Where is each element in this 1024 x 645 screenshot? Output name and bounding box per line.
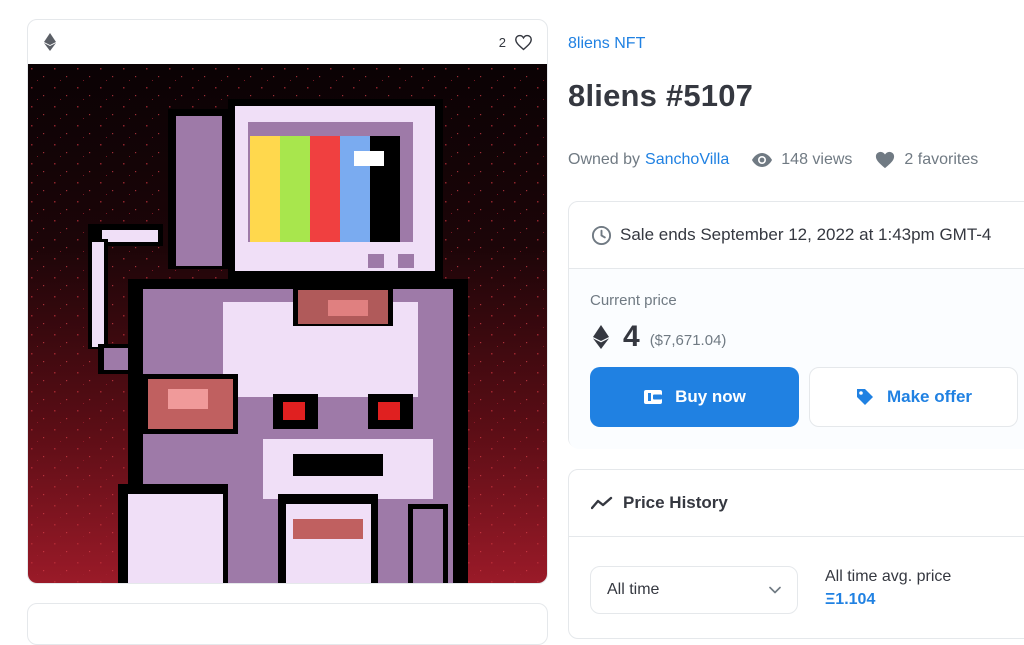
trend-icon <box>591 496 613 510</box>
owned-by-label: Owned by <box>568 151 641 168</box>
wallet-icon <box>644 390 663 404</box>
views-count: 148 views <box>781 151 853 168</box>
time-range-select[interactable]: All time <box>590 566 798 614</box>
asset-card-header: 2 <box>28 20 547 64</box>
buy-now-label: Buy now <box>675 387 746 406</box>
buy-now-button[interactable]: Buy now <box>590 367 799 427</box>
tag-icon <box>856 389 873 405</box>
sale-ends-text: Sale ends September 12, 2022 at 1:43pm G… <box>620 225 992 244</box>
clock-icon <box>591 225 612 245</box>
price-history-header[interactable]: Price History <box>569 470 1024 537</box>
owner-link[interactable]: SanchoVilla <box>645 151 729 169</box>
price-amount: 4 <box>623 320 640 353</box>
asset-title: 8liens #5107 <box>568 78 754 113</box>
heart-icon <box>876 151 895 169</box>
price-usd: ($7,671.04) <box>649 331 727 349</box>
collection-link[interactable]: 8liens NFT <box>568 35 645 53</box>
sale-ends-row: Sale ends September 12, 2022 at 1:43pm G… <box>569 202 1024 269</box>
favorite-control[interactable]: 2 <box>499 34 533 51</box>
ethereum-icon <box>593 325 609 349</box>
make-offer-button[interactable]: Make offer <box>809 367 1018 427</box>
trade-panel: Sale ends September 12, 2022 at 1:43pm G… <box>568 201 1024 449</box>
eye-icon <box>752 153 773 167</box>
price-history-panel: Price History All time All time avg. pri… <box>568 469 1024 639</box>
make-offer-label: Make offer <box>886 387 973 406</box>
asset-meta: Owned by SanchoVilla 148 views 2 favorit… <box>568 150 978 170</box>
nft-artwork[interactable] <box>28 64 547 583</box>
chevron-down-icon <box>769 586 781 594</box>
current-price: 4 ($7,671.04) <box>593 320 726 354</box>
asset-image-card: 2 <box>27 19 548 584</box>
favorites-count-label: 2 favorites <box>904 151 979 168</box>
ethereum-icon <box>44 33 56 51</box>
heart-icon[interactable] <box>514 34 533 51</box>
views-stat: 148 views <box>751 151 852 169</box>
avg-price-value: Ξ1.104 <box>825 591 876 608</box>
time-range-value: All time <box>607 581 660 598</box>
favorites-stat[interactable]: 2 favorites <box>874 150 978 170</box>
price-history-title: Price History <box>623 493 728 512</box>
asset-details-card <box>27 603 548 645</box>
avg-price-label: All time avg. price <box>825 568 952 585</box>
favorites-count: 2 <box>498 34 506 50</box>
current-price-label: Current price <box>590 292 677 309</box>
